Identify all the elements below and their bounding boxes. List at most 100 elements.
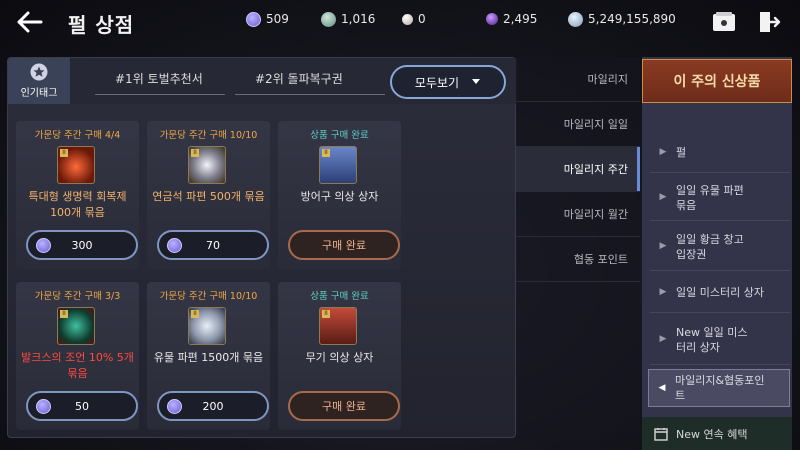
- category-item-mileage-coop[interactable]: ◀ 마일리지&협동포인트: [648, 369, 790, 407]
- mileage-coin-icon: [36, 399, 51, 414]
- product-card[interactable]: 가문당 주간 구매 4/4 II 특대형 생명력 회복제 100개 묶음 300: [16, 121, 139, 269]
- tier-badge: II: [60, 310, 68, 318]
- purchase-limit: 가문당 주간 구매 10/10: [159, 130, 258, 141]
- view-all-label: 모두보기: [414, 75, 460, 90]
- price-button[interactable]: 300: [26, 230, 138, 260]
- price-button[interactable]: 50: [26, 391, 138, 421]
- product-card[interactable]: 가문당 주간 구매 10/10 II 연금석 파편 500개 묶음 70: [147, 121, 270, 269]
- product-name: 유물 파편 1500개 묶음: [153, 351, 264, 364]
- banner-label: 이 주의 신상품: [673, 74, 761, 90]
- category-item-pearl[interactable]: ▶ 펄: [650, 133, 790, 173]
- relic-shard-icon: II: [188, 307, 226, 345]
- side-item-mileage-daily[interactable]: 마일리지 일일: [516, 102, 640, 147]
- currency-purple-orb: 2,495: [486, 10, 537, 28]
- mileage-coin-icon: [167, 399, 182, 414]
- purchase-complete-button: 구매 완료: [288, 230, 400, 260]
- done-label: 구매 완료: [322, 239, 366, 252]
- calendar-icon: [654, 427, 668, 441]
- valks-advice-icon: II: [57, 307, 95, 345]
- category-label: 일일 황금 창고 입장권: [676, 232, 744, 261]
- mileage-coin-icon: [246, 11, 261, 27]
- currency-value: 5,249,155,890: [588, 12, 676, 26]
- mileage-coin-icon: [167, 238, 182, 253]
- weapon-box-icon: II: [319, 307, 357, 345]
- currency-silver-coin: 5,249,155,890: [568, 10, 676, 28]
- price-value: 200: [202, 399, 224, 413]
- price-button[interactable]: 200: [157, 391, 269, 421]
- category-item-daily-mystery[interactable]: ▶ 일일 미스터리 상자: [650, 273, 790, 313]
- category-item-daily-vault[interactable]: ▶ 일일 황금 창고 입장권: [650, 223, 790, 271]
- armor-box-icon: II: [319, 146, 357, 184]
- purchase-complete-button: 구매 완료: [288, 391, 400, 421]
- done-label: 구매 완료: [322, 400, 366, 413]
- purchase-limit: 상품 구매 완료: [310, 130, 369, 141]
- potion-icon: II: [57, 146, 95, 184]
- caret-right-icon: ▶: [659, 241, 667, 251]
- alchemy-stone-icon: II: [188, 146, 226, 184]
- tag-item-2[interactable]: #2위 돌파복구권: [255, 70, 343, 87]
- currency-pearl: 0: [402, 10, 426, 28]
- price-button[interactable]: 70: [157, 230, 269, 260]
- popular-tag-label: 인기태그: [20, 88, 58, 99]
- footer-label: New 연속 혜택: [676, 427, 748, 441]
- page-title: 펄 상점: [68, 13, 135, 37]
- side-item-coop-points[interactable]: 협동 포인트: [516, 237, 640, 282]
- category-item-new-daily-mystery[interactable]: ▶ New 일일 미스터리 상자: [650, 315, 790, 365]
- storage-box-icon: [713, 12, 735, 31]
- purchase-limit: 상품 구매 완료: [310, 291, 369, 302]
- currency-value: 509: [266, 12, 289, 26]
- silver-coin-icon: [568, 11, 583, 27]
- back-button[interactable]: [14, 8, 44, 36]
- mileage-side-menu: 마일리지 마일리지 일일 마일리지 주간 마일리지 월간 협동 포인트: [516, 57, 640, 438]
- product-name: 발크스의 조언 10% 5개 묶음: [21, 351, 134, 380]
- exit-button[interactable]: [755, 8, 783, 36]
- product-card[interactable]: 상품 구매 완료 II 방어구 의상 상자 구매 완료: [278, 121, 401, 269]
- tag-underline: [95, 94, 225, 95]
- currency-value: 2,495: [503, 12, 538, 26]
- caret-right-icon: ▶: [659, 192, 667, 202]
- category-label: 일일 미스터리 상자: [676, 286, 764, 299]
- back-arrow-icon: [17, 11, 43, 33]
- price-value: 70: [206, 238, 220, 252]
- product-card[interactable]: 상품 구매 완료 II 무기 의상 상자 구매 완료: [278, 282, 401, 430]
- side-item-mileage-monthly[interactable]: 마일리지 월간: [516, 192, 640, 237]
- exit-door-icon: [760, 12, 781, 32]
- purple-orb-icon: [486, 13, 498, 25]
- tier-badge: II: [191, 149, 199, 157]
- star-icon: [30, 63, 48, 81]
- silver-stone-icon: [321, 11, 336, 27]
- pearl-icon: [402, 13, 413, 25]
- currency-value: 1,016: [341, 12, 376, 26]
- tier-badge: II: [322, 149, 330, 157]
- popular-tag-tab[interactable]: 인기태그: [8, 58, 70, 104]
- mileage-coin-icon: [36, 238, 51, 253]
- category-item-daily-relic[interactable]: ▶ 일일 유물 파편 묶음: [650, 175, 790, 221]
- caret-right-icon: ▶: [659, 334, 667, 344]
- caret-right-icon: ▶: [659, 287, 667, 297]
- purchase-limit: 가문당 주간 구매 4/4: [34, 130, 121, 141]
- streak-benefit-item[interactable]: New 연속 혜택: [642, 417, 792, 450]
- price-value: 300: [71, 238, 93, 252]
- category-label: 펄: [676, 146, 687, 159]
- tag-underline: [235, 94, 385, 95]
- tier-badge: II: [322, 310, 330, 318]
- storage-button[interactable]: [710, 8, 738, 36]
- tag-item-1[interactable]: #1위 토벌추천서: [115, 70, 203, 87]
- tier-badge: II: [191, 310, 199, 318]
- side-item-mileage-weekly[interactable]: 마일리지 주간: [516, 147, 640, 192]
- category-label: New 일일 미스터리 상자: [676, 325, 748, 354]
- product-name: 특대형 생명력 회복제 100개 묶음: [28, 190, 127, 219]
- side-item-mileage[interactable]: 마일리지: [516, 57, 640, 102]
- caret-down-icon: [472, 79, 481, 84]
- product-name: 무기 의상 상자: [305, 351, 374, 364]
- product-card[interactable]: 가문당 주간 구매 3/3 II 발크스의 조언 10% 5개 묶음 50: [16, 282, 139, 430]
- product-card[interactable]: 가문당 주간 구매 10/10 II 유물 파편 1500개 묶음 200: [147, 282, 270, 430]
- currency-mileage: 509: [246, 10, 289, 28]
- shop-panel: 인기태그 #1위 토벌추천서 #2위 돌파복구권 가문당 주간 구매 4/4 I…: [7, 57, 517, 438]
- category-list: 이 주의 신상품 ▶ 펄 ▶ 일일 유물 파편 묶음 ▶ 일일 황금 창고 입장…: [642, 57, 792, 450]
- new-products-banner[interactable]: 이 주의 신상품: [642, 59, 792, 103]
- view-all-dropdown[interactable]: 모두보기: [390, 65, 506, 99]
- product-name: 연금석 파편 500개 묶음: [152, 190, 265, 203]
- category-label: 일일 유물 파편 묶음: [676, 183, 744, 212]
- currency-value: 0: [418, 12, 426, 26]
